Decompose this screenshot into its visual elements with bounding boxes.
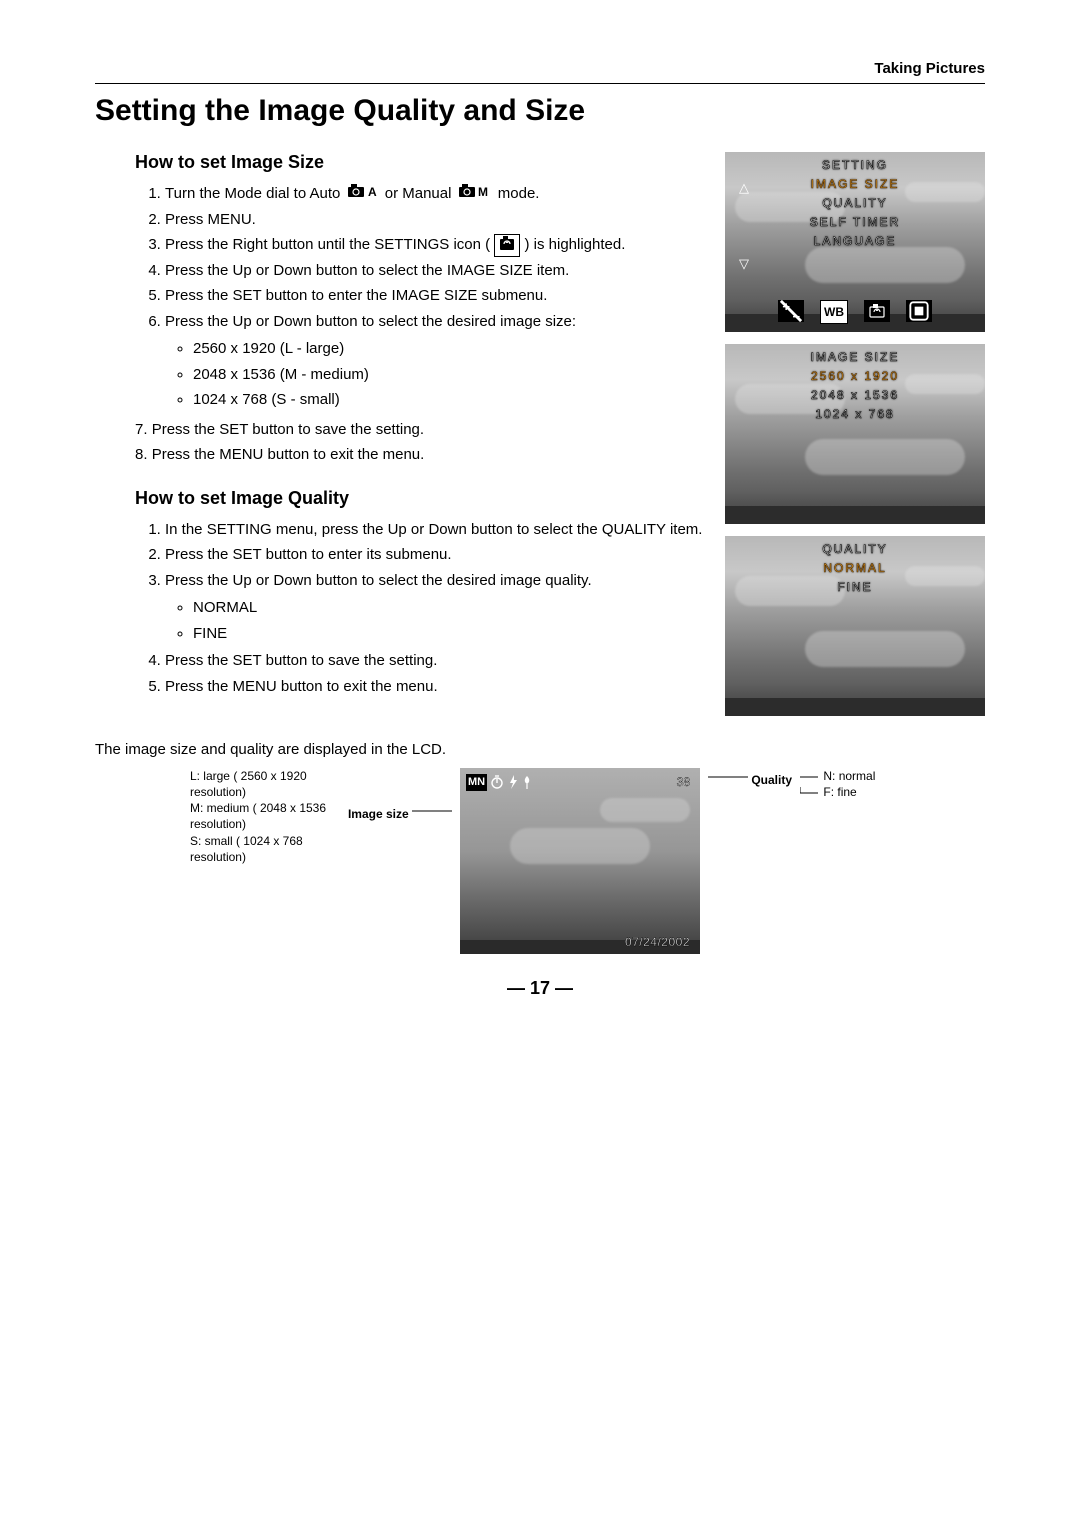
lcd-image-size-menu: IMAGE SIZE 2560 x 1920 2048 x 1536 1024 … bbox=[725, 344, 985, 524]
section-heading-image-size: How to set Image Size bbox=[135, 152, 707, 173]
step: Press the SET button to enter the IMAGE … bbox=[165, 283, 707, 309]
svg-text:M: M bbox=[478, 185, 488, 198]
flash-icon bbox=[507, 774, 519, 790]
step-text: Press the Up or Down button to select th… bbox=[165, 313, 576, 330]
step-text: mode. bbox=[498, 185, 540, 202]
label-normal: N: normal bbox=[823, 769, 875, 783]
step: Press the Up or Down button to select th… bbox=[165, 258, 707, 284]
quality-option: NORMAL bbox=[193, 595, 707, 621]
exposure-icon: +− bbox=[778, 300, 804, 322]
callout-image-size: Image size bbox=[348, 807, 409, 821]
step: Press the MENU button to exit the menu. bbox=[165, 674, 707, 700]
step-text: Press the Right button until the SETTING… bbox=[165, 236, 494, 253]
step: 7. Press the SET button to save the sett… bbox=[135, 417, 707, 443]
steps-image-quality: In the SETTING menu, press the Up or Dow… bbox=[135, 517, 707, 700]
hud-frames-remaining: 38 bbox=[677, 774, 690, 790]
hud-size-badge: MN bbox=[466, 774, 487, 791]
callout-quality: Quality bbox=[751, 773, 792, 787]
breadcrumb: Taking Pictures bbox=[95, 60, 985, 77]
menu-item: 1024 x 768 bbox=[725, 407, 985, 421]
self-timer-icon bbox=[489, 774, 505, 790]
step: 8. Press the MENU button to exit the men… bbox=[135, 442, 707, 468]
menu-item: SELF TIMER bbox=[725, 215, 985, 229]
step-text: Turn the Mode dial to Auto bbox=[165, 185, 345, 202]
main-column: How to set Image Size Turn the Mode dial… bbox=[95, 152, 707, 719]
memory-icon bbox=[906, 300, 932, 322]
menu-item: FINE bbox=[725, 580, 985, 594]
hud-date: 07/24/2002 bbox=[625, 934, 690, 950]
step: Press the SET button to enter its submen… bbox=[165, 542, 707, 568]
hud-diagram: L: large ( 2560 x 1920 resolution) M: me… bbox=[95, 768, 985, 954]
menu-title: IMAGE SIZE bbox=[725, 350, 985, 364]
step-text: or Manual bbox=[385, 185, 456, 202]
lcd-live-view: MN 38 07/24/2002 bbox=[460, 768, 700, 954]
section-heading-image-quality: How to set Image Quality bbox=[135, 488, 707, 509]
menu-title: QUALITY bbox=[725, 542, 985, 556]
step: In the SETTING menu, press the Up or Dow… bbox=[165, 517, 707, 543]
footnote: The image size and quality are displayed… bbox=[95, 739, 985, 762]
settings-icon bbox=[494, 234, 520, 257]
menu-title: SETTING bbox=[725, 158, 985, 172]
size-option: 2560 x 1920 (L - large) bbox=[193, 336, 707, 362]
divider bbox=[95, 83, 985, 84]
menu-item: 2560 x 1920 bbox=[725, 369, 985, 383]
camera-manual-icon: M bbox=[458, 181, 492, 207]
lcd-setting-menu: △ ▽ SETTING IMAGE SIZE QUALITY SELF TIME… bbox=[725, 152, 985, 332]
size-option: 1024 x 768 (S - small) bbox=[193, 387, 707, 413]
svg-text:+: + bbox=[782, 299, 790, 314]
quality-option: FINE bbox=[193, 621, 707, 647]
label-medium: M: medium ( 2048 x 1536 resolution) bbox=[190, 800, 340, 832]
step-text: Press the Up or Down button to select th… bbox=[165, 572, 592, 589]
white-balance-icon: WB bbox=[820, 300, 848, 324]
menu-item: 2048 x 1536 bbox=[725, 388, 985, 402]
screenshot-column: △ ▽ SETTING IMAGE SIZE QUALITY SELF TIME… bbox=[725, 152, 985, 716]
step: Press MENU. bbox=[165, 207, 707, 233]
menu-item: IMAGE SIZE bbox=[725, 177, 985, 191]
step: Press the SET button to save the setting… bbox=[165, 648, 707, 674]
page-title: Setting the Image Quality and Size bbox=[95, 94, 985, 128]
settings-icon bbox=[864, 300, 890, 322]
label-fine: F: fine bbox=[823, 785, 856, 799]
size-option: 2048 x 1536 (M - medium) bbox=[193, 362, 707, 388]
macro-icon bbox=[521, 774, 533, 790]
menu-item: LANGUAGE bbox=[725, 234, 985, 248]
label-small: S: small ( 1024 x 768 resolution) bbox=[190, 833, 340, 865]
page-number: — 17 — bbox=[95, 978, 985, 999]
camera-auto-icon: A bbox=[347, 181, 379, 207]
menu-item: QUALITY bbox=[725, 196, 985, 210]
lcd-quality-menu: QUALITY NORMAL FINE bbox=[725, 536, 985, 716]
step-text: ) is highlighted. bbox=[524, 236, 625, 253]
svg-text:−: − bbox=[792, 309, 800, 324]
svg-text:A: A bbox=[368, 185, 377, 198]
steps-image-size: Turn the Mode dial to Auto A or Manual M… bbox=[135, 181, 707, 413]
down-arrow-icon: ▽ bbox=[739, 256, 749, 272]
label-large: L: large ( 2560 x 1920 resolution) bbox=[190, 768, 340, 800]
menu-item: NORMAL bbox=[725, 561, 985, 575]
